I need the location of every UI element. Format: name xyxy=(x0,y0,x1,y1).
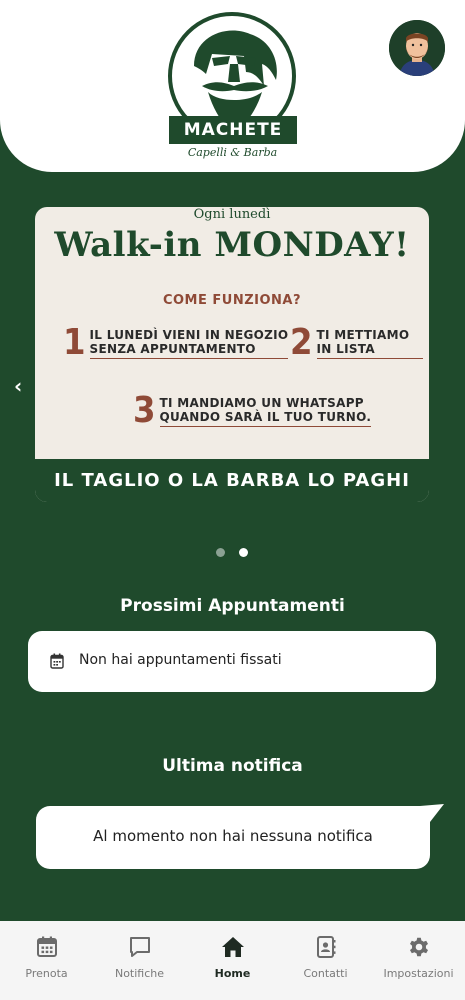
carousel-dot[interactable] xyxy=(216,548,225,557)
promo-carousel[interactable]: ‹ Ogni lunedì Walk-in MONDAY! COME FUNZI… xyxy=(0,200,465,510)
promo-top-line: Ogni lunedì xyxy=(193,207,271,222)
step-line: IN LISTA xyxy=(316,342,375,356)
promo-step-2: 2 TI METTIAMO IN LISTA xyxy=(290,322,424,363)
calendar-icon xyxy=(36,936,57,957)
step-text: TI MANDIAMO UN WHATSAPP QUANDO SARÀ IL T… xyxy=(159,396,372,427)
carousel-prev-button[interactable]: ‹ xyxy=(14,374,34,398)
brand-tagline: Capelli & Barba xyxy=(187,146,278,159)
step-text: TI METTIAMO IN LISTA xyxy=(316,328,424,359)
step-number: 2 xyxy=(290,322,313,363)
notifications-title: Ultima notifica xyxy=(162,756,303,776)
contacts-icon xyxy=(316,936,335,958)
step-number: 3 xyxy=(133,390,156,431)
nav-label: Prenota xyxy=(25,967,68,980)
nav-item-notifiche[interactable]: Notifiche xyxy=(93,921,186,1000)
calendar-icon xyxy=(50,653,64,669)
carousel-dot-active[interactable] xyxy=(239,548,248,557)
step-line: IL LUNEDÌ VIENI IN NEGOZIO xyxy=(89,328,289,342)
step-line: TI METTIAMO xyxy=(316,328,410,342)
step-line: QUANDO SARÀ IL TUO TURNO. xyxy=(159,410,372,424)
nav-label: Notifiche xyxy=(114,967,165,980)
carousel-pagination xyxy=(216,548,248,557)
appointments-card[interactable]: Non hai appuntamenti fissati xyxy=(28,631,436,692)
step-line: SENZA APPUNTAMENTO xyxy=(89,342,256,356)
promo-step-1: 1 IL LUNEDÌ VIENI IN NEGOZIO SENZA APPUN… xyxy=(63,322,289,363)
nav-item-prenota[interactable]: Prenota xyxy=(0,921,93,1000)
bottom-navigation: Prenota Notifiche Home Contatti Impostaz… xyxy=(0,921,465,1000)
brand-logo: MACHETE Capelli & Barba xyxy=(165,12,300,162)
step-text: IL LUNEDÌ VIENI IN NEGOZIO SENZA APPUNTA… xyxy=(89,328,289,359)
chat-icon xyxy=(129,937,150,957)
notification-empty-text: Al momento non hai nessuna notifica xyxy=(93,827,373,845)
nav-item-home[interactable]: Home xyxy=(186,921,279,1000)
nav-item-contatti[interactable]: Contatti xyxy=(279,921,372,1000)
user-avatar[interactable] xyxy=(389,20,445,76)
promo-title: Walk-in MONDAY! xyxy=(54,225,410,265)
brand-name: MACHETE xyxy=(169,116,297,144)
nav-label: Impostazioni xyxy=(383,967,454,980)
home-icon xyxy=(221,937,244,957)
promo-card[interactable]: Ogni lunedì Walk-in MONDAY! COME FUNZION… xyxy=(35,207,429,502)
promo-step-3: 3 TI MANDIAMO UN WHATSAPP QUANDO SARÀ IL… xyxy=(133,390,372,431)
nav-label: Contatti xyxy=(303,967,348,980)
nav-label: Home xyxy=(214,967,251,980)
user-avatar-icon xyxy=(389,20,445,76)
promo-how-heading: COME FUNZIONA? xyxy=(162,293,302,308)
step-line: TI MANDIAMO UN WHATSAPP xyxy=(159,396,364,410)
nav-item-impostazioni[interactable]: Impostazioni xyxy=(372,921,465,1000)
notification-bubble[interactable]: Al momento non hai nessuna notifica xyxy=(36,806,430,869)
promo-price-banner: IL TAGLIO O LA BARBA LO PAGHI 17€ xyxy=(35,459,429,502)
header: MACHETE Capelli & Barba xyxy=(0,0,465,172)
gear-icon xyxy=(409,937,428,957)
appointments-empty-text: Non hai appuntamenti fissati xyxy=(79,652,282,668)
appointments-title: Prossimi Appuntamenti xyxy=(120,596,345,616)
step-number: 1 xyxy=(63,322,86,363)
